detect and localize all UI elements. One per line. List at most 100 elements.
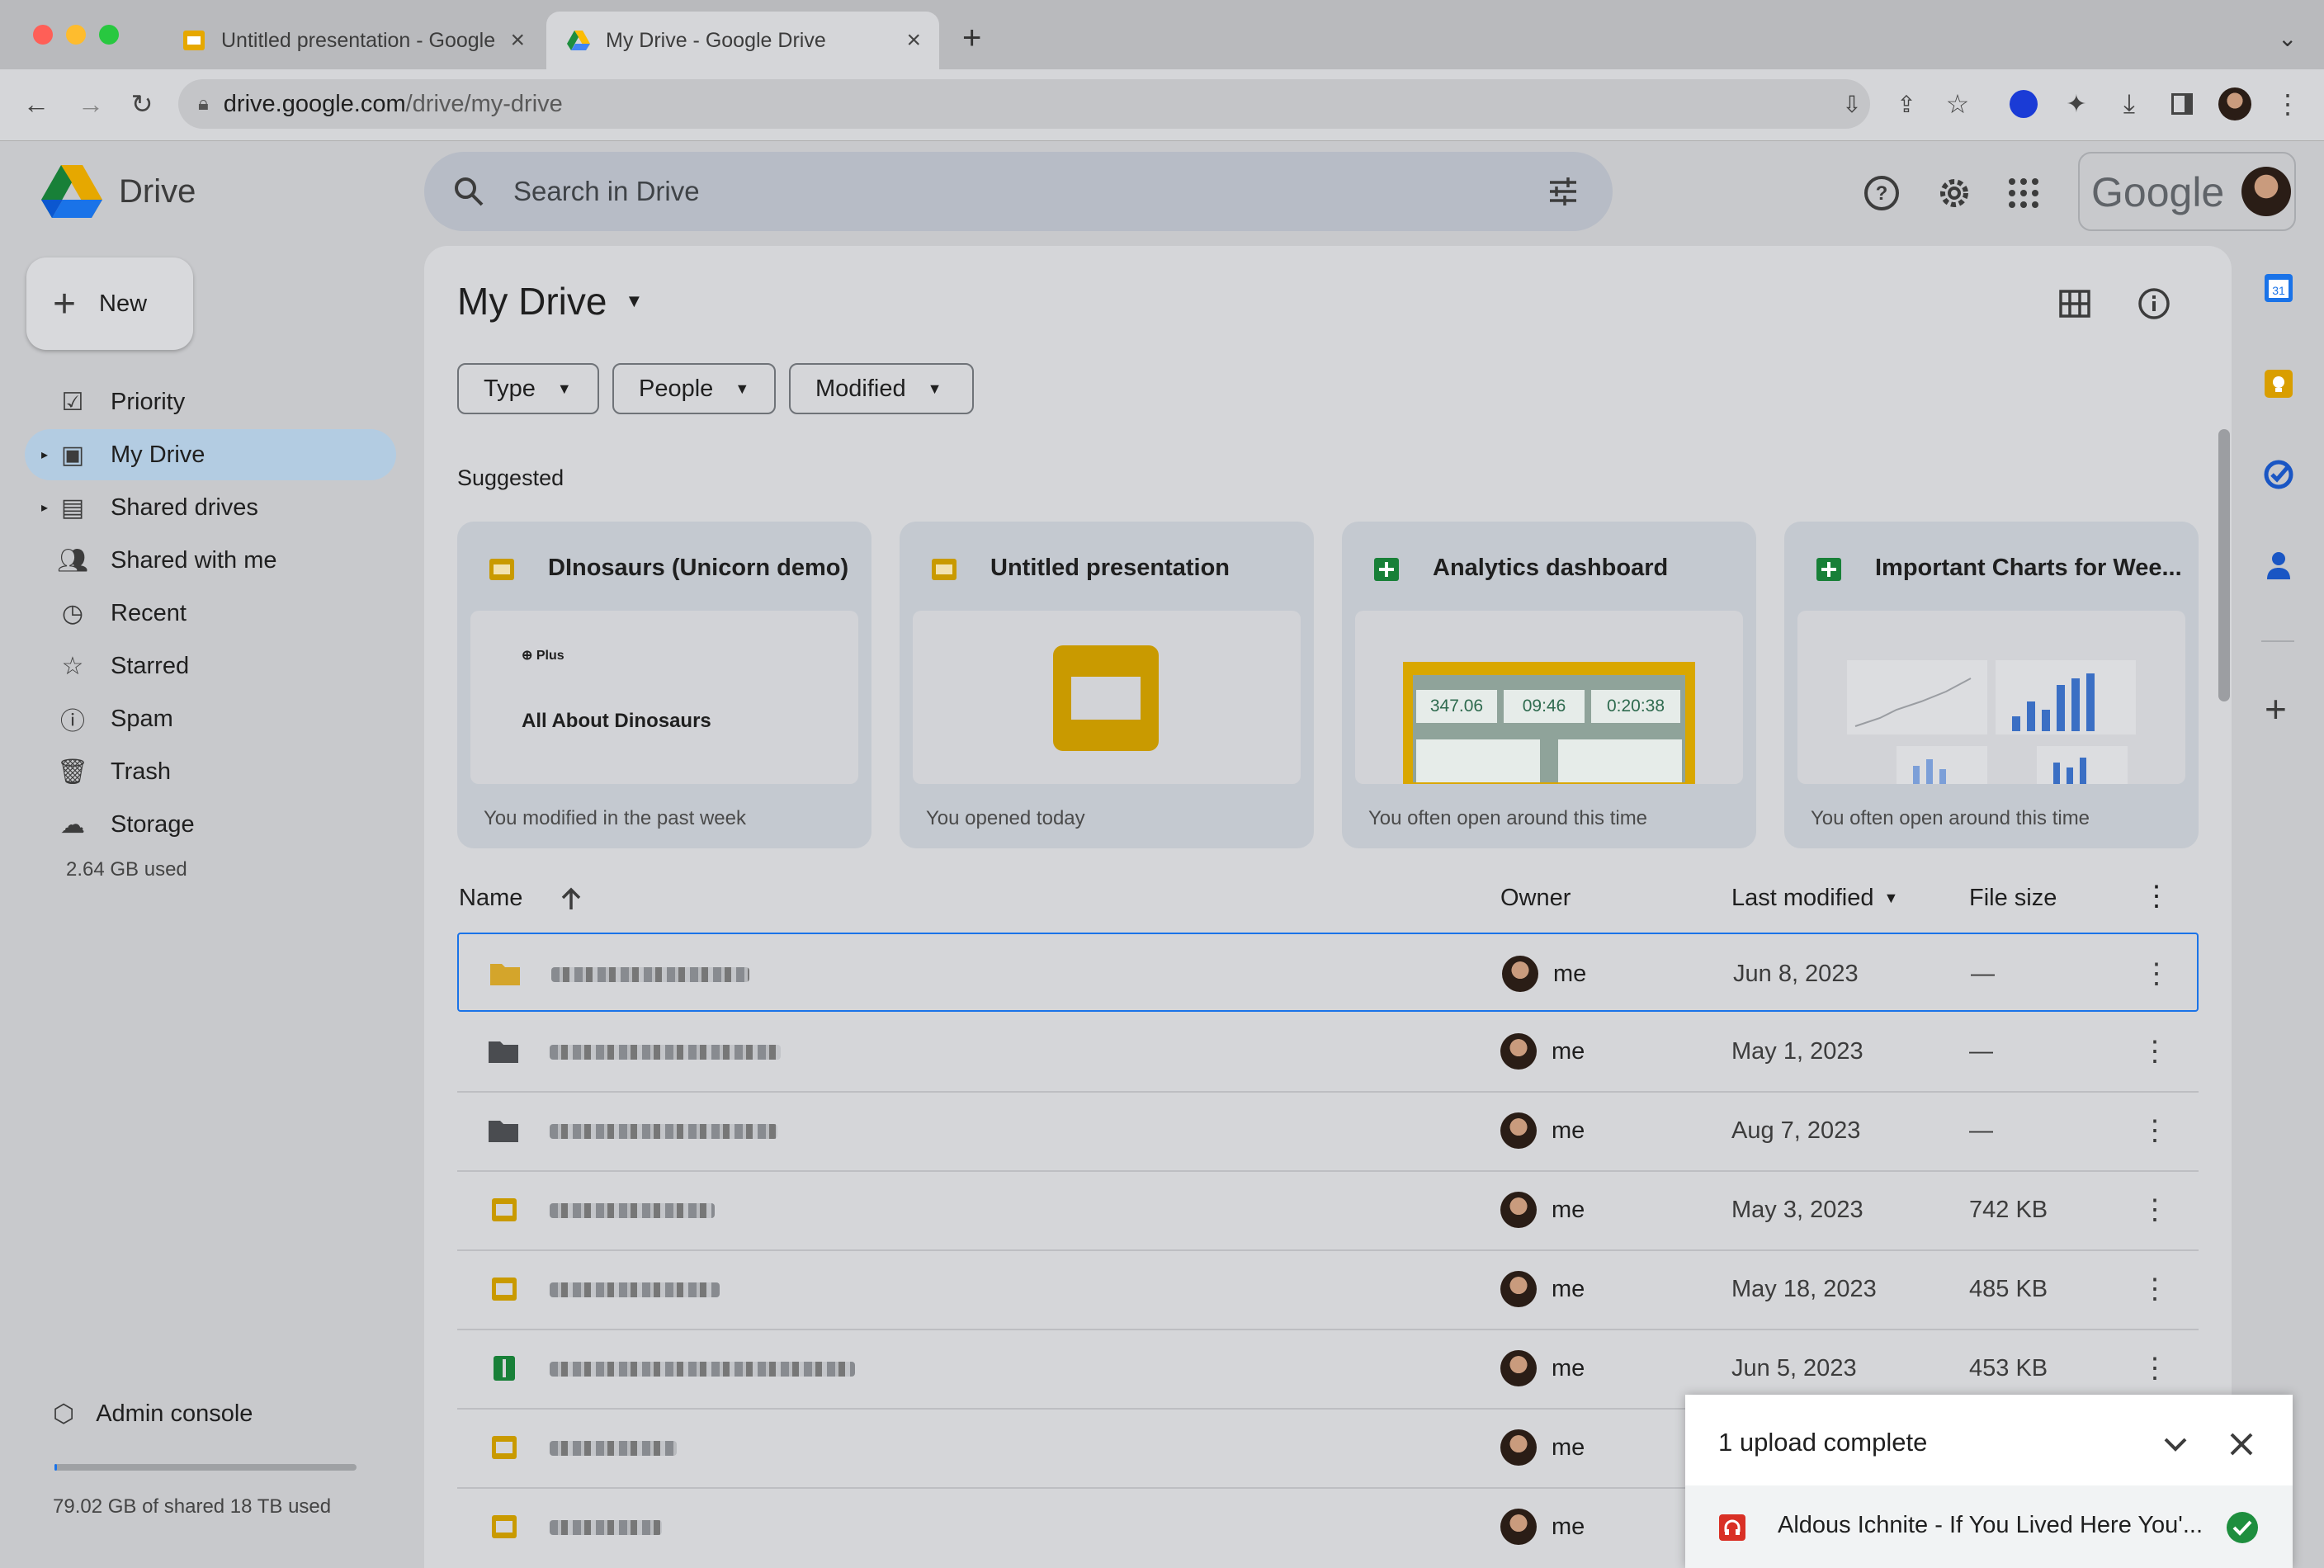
search-input[interactable]: Search in Drive bbox=[513, 176, 700, 207]
share-icon[interactable]: ⇪ bbox=[1890, 87, 1923, 120]
extensions-puzzle-icon[interactable]: ✦ bbox=[2060, 87, 2093, 120]
modified-date: Aug 7, 2023 bbox=[1731, 1117, 1861, 1144]
sidebar-item-shared-drives[interactable]: ▸ ▤ Shared drives bbox=[25, 482, 396, 533]
contacts-icon[interactable] bbox=[2265, 550, 2293, 581]
people-filter-chip[interactable]: People ▼ bbox=[612, 363, 776, 414]
column-header-name[interactable]: Name bbox=[459, 885, 522, 912]
calendar-icon[interactable]: 31 bbox=[2263, 272, 2294, 304]
column-header-modified[interactable]: Last modified ▼ bbox=[1731, 885, 1898, 912]
chip-label: Type bbox=[484, 375, 536, 402]
metric-value: 347.06 bbox=[1416, 690, 1497, 723]
card-thumbnail bbox=[913, 611, 1301, 784]
admin-console-link[interactable]: ⬡ Admin console bbox=[25, 1388, 396, 1439]
sidebar-item-starred[interactable]: ☆ Starred bbox=[25, 640, 396, 692]
table-row[interactable]: me May 1, 2023 — ⋮ bbox=[457, 1012, 2199, 1093]
owner: me bbox=[1552, 1434, 1585, 1461]
slides-icon bbox=[489, 559, 514, 580]
help-icon[interactable]: ? bbox=[1863, 175, 1900, 211]
sidebar-item-storage[interactable]: ☁︎ Storage bbox=[25, 799, 396, 850]
collapse-chevron-icon[interactable] bbox=[2162, 1434, 2189, 1454]
table-row[interactable]: me May 18, 2023 485 KB ⋮ bbox=[457, 1249, 2199, 1330]
browser-menu-icon[interactable]: ⋮ bbox=[2271, 87, 2304, 120]
url-domain: drive.google.com bbox=[223, 90, 406, 117]
avatar bbox=[1500, 1192, 1537, 1228]
more-options-icon[interactable]: ⋮ bbox=[2141, 1273, 2169, 1306]
page-title-dropdown[interactable]: My Drive ▼ bbox=[457, 279, 643, 324]
tab-title: Untitled presentation - Google bbox=[221, 28, 496, 52]
column-options-icon[interactable]: ⋮ bbox=[2142, 880, 2170, 913]
get-addons-plus-icon[interactable]: + bbox=[2265, 690, 2287, 728]
extension-icon[interactable] bbox=[2007, 87, 2040, 120]
profile-avatar[interactable] bbox=[2218, 87, 2251, 120]
suggested-card[interactable]: Analytics dashboard 347.06 09:46 0:20:38… bbox=[1342, 522, 1756, 848]
sidebar-item-spam[interactable]: ⓘ Spam bbox=[25, 693, 396, 744]
card-thumbnail: 347.06 09:46 0:20:38 bbox=[1355, 611, 1743, 784]
more-options-icon[interactable]: ⋮ bbox=[2141, 1352, 2169, 1385]
type-filter-chip[interactable]: Type ▼ bbox=[457, 363, 599, 414]
scrollbar-thumb[interactable] bbox=[2218, 429, 2230, 701]
avatar bbox=[1500, 1112, 1537, 1149]
google-account-button[interactable]: Google bbox=[2078, 152, 2296, 231]
tab-title: My Drive - Google Drive bbox=[606, 28, 826, 52]
close-tab-icon[interactable]: × bbox=[510, 26, 525, 54]
close-window-button[interactable] bbox=[33, 25, 53, 45]
admin-shield-icon: ⬡ bbox=[53, 1400, 75, 1428]
tasks-icon[interactable] bbox=[2263, 459, 2294, 490]
tab-untitled-presentation[interactable]: Untitled presentation - Google × bbox=[162, 12, 543, 69]
sidebar-item-shared-with-me[interactable]: 👥︎ Shared with me bbox=[25, 535, 396, 586]
more-options-icon[interactable]: ⋮ bbox=[2141, 1193, 2169, 1226]
sidebar-item-recent[interactable]: ◷ Recent bbox=[25, 588, 396, 639]
modified-filter-chip[interactable]: Modified ▼ bbox=[789, 363, 974, 414]
expand-arrow-icon[interactable]: ▸ bbox=[41, 499, 48, 516]
tab-my-drive[interactable]: My Drive - Google Drive × bbox=[546, 12, 939, 69]
owner: me bbox=[1552, 1038, 1585, 1065]
column-header-size[interactable]: File size bbox=[1969, 885, 2057, 912]
sidebar-item-priority[interactable]: ☑ Priority bbox=[25, 376, 396, 427]
more-options-icon[interactable]: ⋮ bbox=[2141, 1035, 2169, 1068]
forward-arrow-icon[interactable]: → bbox=[74, 87, 107, 120]
caret-down-icon: ▼ bbox=[556, 380, 572, 397]
card-title: Untitled presentation bbox=[990, 555, 1230, 581]
table-row[interactable]: me Aug 7, 2023 — ⋮ bbox=[457, 1091, 2199, 1172]
info-icon[interactable] bbox=[2137, 287, 2170, 320]
address-bar[interactable]: 🔒︎ drive.google.com/drive/my-drive bbox=[178, 79, 1870, 129]
suggested-card[interactable]: Untitled presentation You opened today bbox=[900, 522, 1314, 848]
install-app-icon[interactable]: ⇩ bbox=[1835, 87, 1868, 120]
new-tab-button[interactable]: + bbox=[962, 20, 981, 57]
expand-arrow-icon[interactable]: ▸ bbox=[41, 446, 48, 463]
download-icon[interactable]: ⤓ bbox=[2113, 87, 2146, 120]
table-row[interactable]: me Jun 8, 2023 — ⋮ bbox=[457, 933, 2199, 1012]
tab-search-chevron-icon[interactable]: ⌄ bbox=[2278, 25, 2297, 52]
close-tab-icon[interactable]: × bbox=[906, 26, 921, 54]
sidebar-item-trash[interactable]: 🗑︎ Trash bbox=[25, 746, 396, 797]
file-name-redacted bbox=[550, 1203, 715, 1218]
more-options-icon[interactable]: ⋮ bbox=[2141, 1114, 2169, 1147]
suggested-card[interactable]: Important Charts for Wee... You often op… bbox=[1784, 522, 2199, 848]
keep-icon[interactable] bbox=[2263, 368, 2294, 399]
sort-arrow-up-icon[interactable] bbox=[560, 886, 583, 911]
reload-icon[interactable]: ↻ bbox=[125, 87, 158, 120]
apps-grid-icon[interactable] bbox=[2007, 177, 2040, 210]
bookmark-star-icon[interactable]: ☆ bbox=[1941, 87, 1974, 120]
close-icon[interactable] bbox=[2228, 1431, 2255, 1457]
search-options-icon[interactable] bbox=[1547, 175, 1580, 208]
sheets-icon bbox=[494, 1356, 515, 1381]
sidebar-item-my-drive[interactable]: ▸ ▣ My Drive bbox=[25, 429, 396, 480]
suggested-card[interactable]: DInosaurs (Unicorn demo) ⊕ Plus All Abou… bbox=[457, 522, 872, 848]
grid-view-icon[interactable] bbox=[2058, 289, 2091, 319]
side-panel-icon[interactable] bbox=[2166, 87, 2199, 120]
svg-text:?: ? bbox=[1876, 182, 1888, 205]
more-options-icon[interactable]: ⋮ bbox=[2142, 957, 2170, 990]
owner: me bbox=[1552, 1514, 1585, 1540]
people-icon: 👥︎ bbox=[56, 546, 89, 574]
column-header-owner[interactable]: Owner bbox=[1500, 885, 1571, 912]
settings-gear-icon[interactable] bbox=[1936, 175, 1972, 211]
minimize-window-button[interactable] bbox=[66, 25, 86, 45]
search-bar[interactable]: Search in Drive bbox=[424, 152, 1613, 231]
back-arrow-icon[interactable]: ← bbox=[20, 87, 53, 120]
table-row[interactable]: me May 3, 2023 742 KB ⋮ bbox=[457, 1170, 2199, 1251]
upload-item[interactable]: Aldous Ichnite - If You Lived Here You'.… bbox=[1685, 1485, 2293, 1568]
thumb-badge-text: Plus bbox=[536, 649, 564, 663]
maximize-window-button[interactable] bbox=[99, 25, 119, 45]
new-button[interactable]: + New bbox=[26, 257, 193, 350]
